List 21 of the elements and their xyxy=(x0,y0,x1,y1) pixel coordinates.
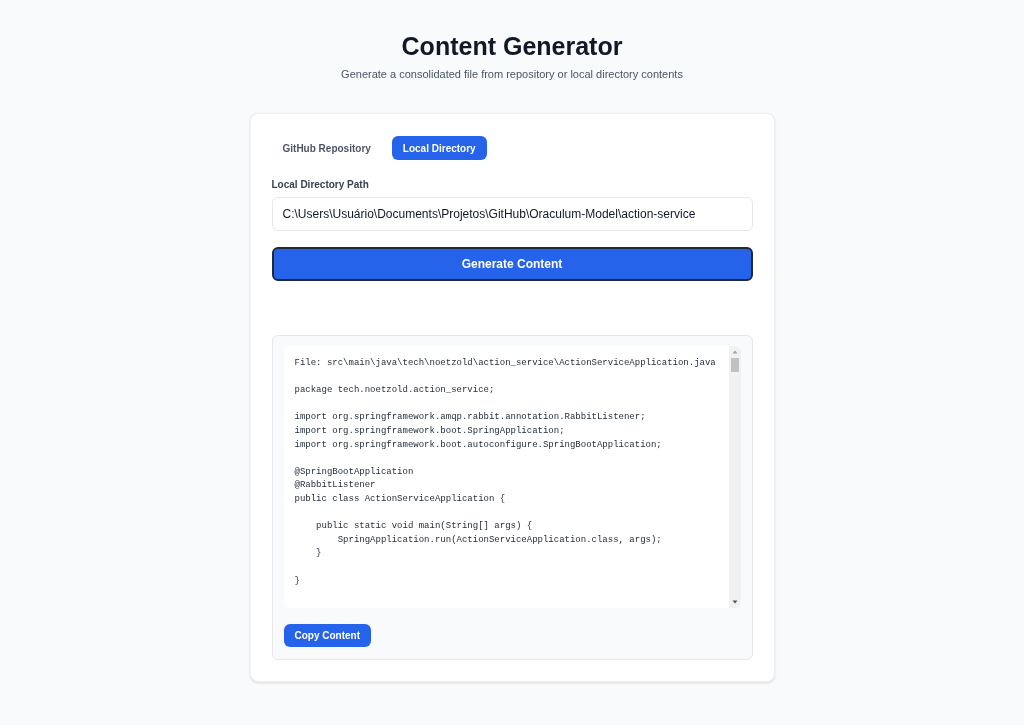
page-subtitle: Generate a consolidated file from repository or local directory contents xyxy=(341,67,683,82)
generate-button[interactable]: Generate Content xyxy=(271,247,753,281)
code-line: import org.springframework.boot.SpringApplication; xyxy=(294,424,565,438)
code-line: SpringApplication.run(ActionServiceApplication.class, args); xyxy=(336,533,662,547)
code-line: import org.springframework.amqp.rabbit.annotation.RabbitListener; xyxy=(294,411,646,425)
code-line: } xyxy=(315,547,322,561)
copy-button[interactable]: Copy Content xyxy=(283,624,372,647)
directory-path-input[interactable]: C:\Users\Usuário\Documents\Projetos\GitHub\Oraculum-Model\action-service xyxy=(271,197,753,231)
field-label: Local Directory Path xyxy=(271,178,370,192)
code-line: File: src\main\java\tech\noetzold\action_service\ActionServiceApplication.java xyxy=(294,357,716,370)
scrollbar[interactable] xyxy=(728,346,741,608)
code-line: package tech.noetzold.action_service; xyxy=(294,384,495,398)
code-line: public class ActionServiceApplication { xyxy=(294,492,506,506)
code-line: public static void main(String[] args) { xyxy=(315,520,533,534)
tab[interactable]: GitHub Repository xyxy=(271,136,382,160)
code-line: } xyxy=(294,574,300,588)
code-line: @RabbitListener xyxy=(294,479,376,493)
code-line: import org.springframework.boot.autoconfigure.SpringBootApplication; xyxy=(294,438,662,452)
tab[interactable]: Local Directory xyxy=(391,136,487,160)
page-title: Content Generator xyxy=(401,31,623,62)
code-line: @SpringBootApplication xyxy=(294,465,414,479)
